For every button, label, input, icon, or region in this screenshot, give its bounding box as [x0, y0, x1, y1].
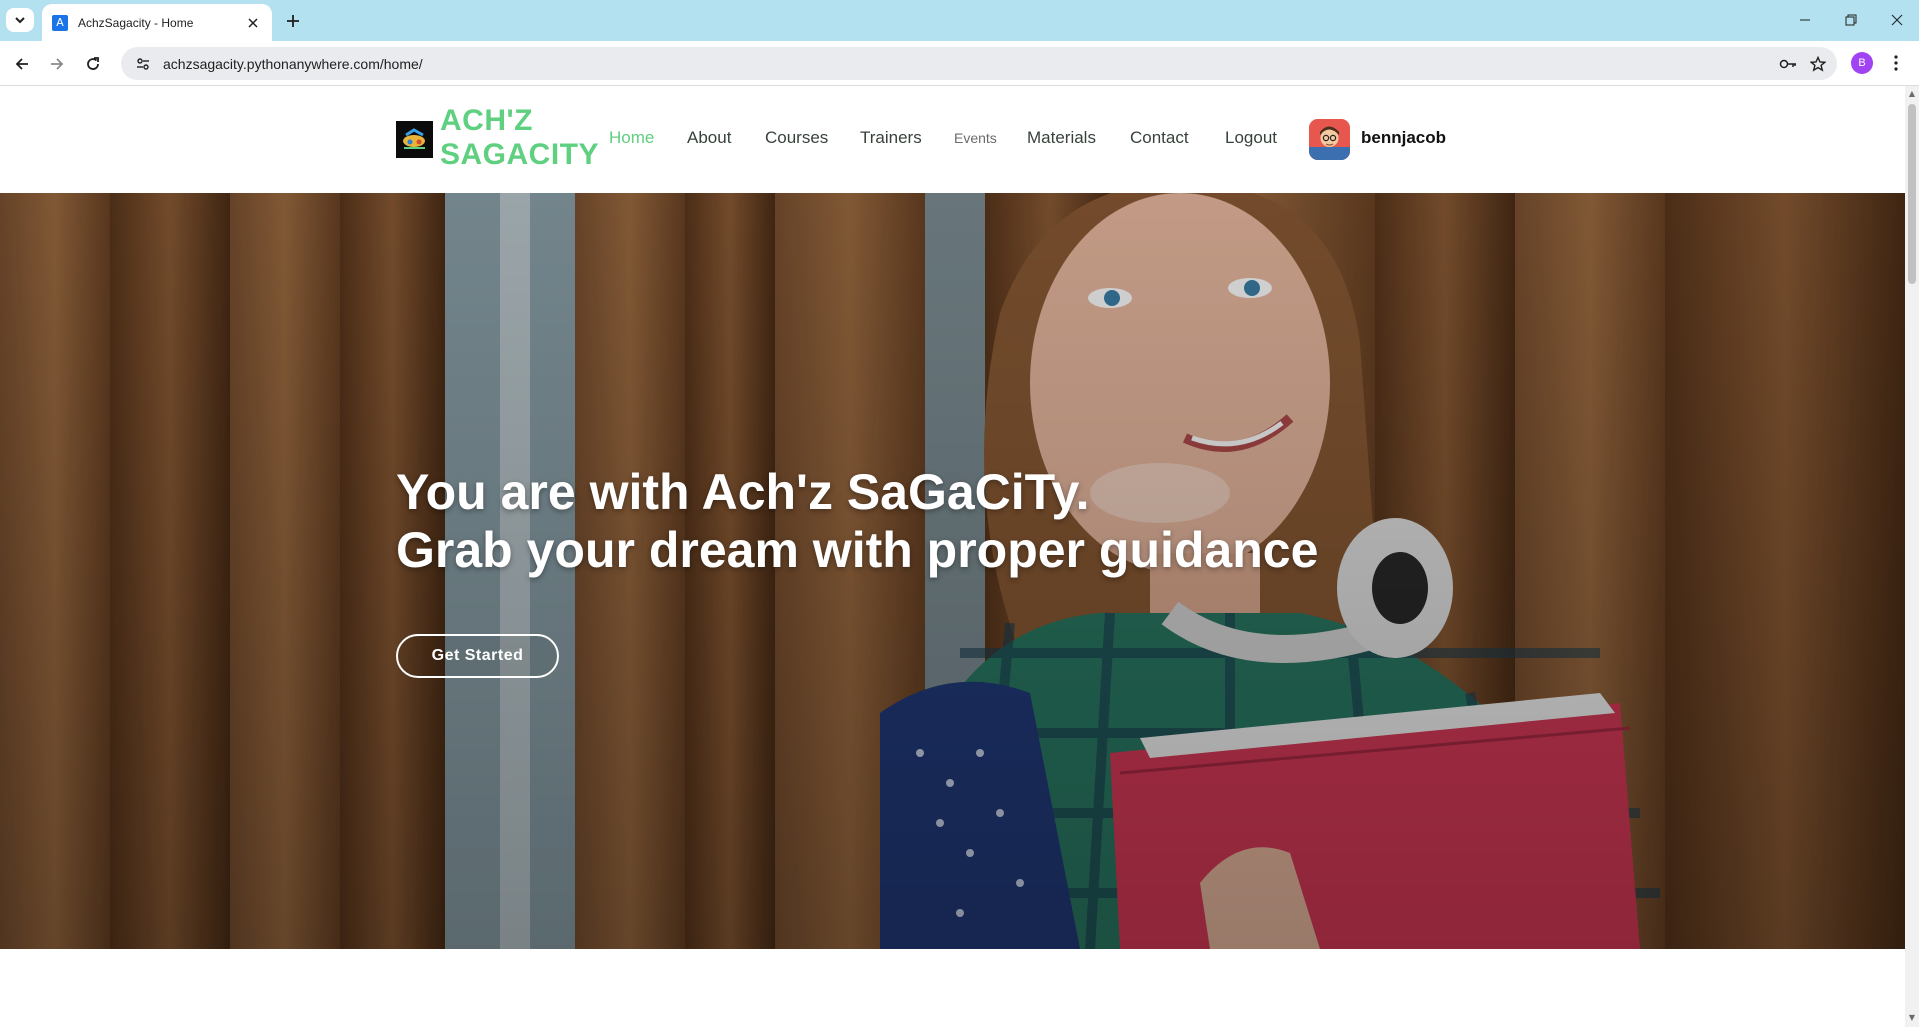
close-icon [1891, 14, 1903, 26]
tab-favicon: A [52, 14, 68, 31]
scroll-down-arrow[interactable]: ▼ [1908, 1014, 1916, 1022]
address-bar[interactable]: achzsagacity.pythonanywhere.com/home/ [121, 47, 1837, 80]
hero-section: You are with Ach'z SaGaCiTy. Grab your d… [0, 193, 1905, 949]
star-icon [1810, 55, 1826, 72]
page-scrollbar[interactable]: ▲ ▼ [1905, 86, 1919, 1027]
tune-icon [137, 57, 149, 70]
plus-icon [287, 15, 299, 27]
nav-home[interactable]: Home [609, 128, 654, 148]
reload-button[interactable] [80, 51, 106, 77]
window-close-button[interactable] [1882, 8, 1912, 32]
nav-courses[interactable]: Courses [765, 128, 828, 148]
tab-close-button[interactable] [244, 14, 262, 32]
password-manager-button[interactable] [1773, 52, 1803, 76]
site-logo-text[interactable]: ACH'Z SAGACITY [440, 104, 599, 172]
restore-icon [1845, 14, 1857, 26]
logo-line-1: ACH'Z [440, 104, 533, 137]
url-text[interactable]: achzsagacity.pythonanywhere.com/home/ [163, 56, 1773, 72]
close-icon [248, 17, 258, 28]
minimize-icon [1800, 19, 1810, 21]
tab-search-button[interactable] [6, 8, 34, 32]
forward-button[interactable] [44, 51, 70, 77]
chevron-down-icon [15, 17, 25, 24]
window-restore-button[interactable] [1836, 8, 1866, 32]
page-viewport: ACH'Z SAGACITY Home About Courses Traine… [0, 86, 1905, 1027]
nav-contact[interactable]: Contact [1130, 128, 1189, 148]
browser-toolbar: achzsagacity.pythonanywhere.com/home/ B [0, 41, 1919, 86]
site-logo-image[interactable] [396, 121, 433, 158]
back-button[interactable] [9, 51, 35, 77]
browser-tab-active[interactable]: A AchzSagacity - Home [42, 4, 272, 41]
browser-menu-button[interactable] [1884, 51, 1908, 75]
hero-title-line-1: You are with Ach'z SaGaCiTy. [396, 464, 1090, 520]
arrow-right-icon [51, 58, 64, 70]
site-header: ACH'Z SAGACITY Home About Courses Traine… [0, 86, 1905, 193]
browser-tabstrip: A AchzSagacity - Home [0, 0, 1919, 41]
profile-avatar-button[interactable]: B [1851, 52, 1873, 74]
hero-title: You are with Ach'z SaGaCiTy. Grab your d… [396, 463, 1318, 579]
logo-line-2: SAGACITY [440, 138, 600, 171]
arrow-left-icon [15, 58, 28, 70]
bookmark-button[interactable] [1803, 52, 1833, 76]
nav-materials[interactable]: Materials [1027, 128, 1096, 148]
new-tab-button[interactable] [281, 9, 305, 33]
get-started-button[interactable]: Get Started [396, 634, 559, 678]
nav-events[interactable]: Events [954, 130, 997, 146]
logo-mark-icon [396, 121, 433, 158]
nav-trainers[interactable]: Trainers [860, 128, 922, 148]
user-avatar-image [1309, 119, 1350, 160]
user-avatar[interactable] [1309, 119, 1350, 160]
site-info-button[interactable] [133, 54, 153, 74]
kebab-menu-icon [1894, 55, 1898, 71]
scroll-up-arrow[interactable]: ▲ [1908, 90, 1916, 98]
reload-icon [87, 57, 99, 70]
nav-about[interactable]: About [687, 128, 731, 148]
window-minimize-button[interactable] [1790, 8, 1820, 32]
nav-logout[interactable]: Logout [1225, 128, 1277, 148]
tab-title: AchzSagacity - Home [78, 15, 194, 30]
key-icon [1779, 59, 1796, 68]
user-name[interactable]: bennjacob [1361, 128, 1446, 148]
hero-title-line-2: Grab your dream with proper guidance [396, 522, 1319, 578]
scrollbar-thumb[interactable] [1908, 104, 1916, 284]
